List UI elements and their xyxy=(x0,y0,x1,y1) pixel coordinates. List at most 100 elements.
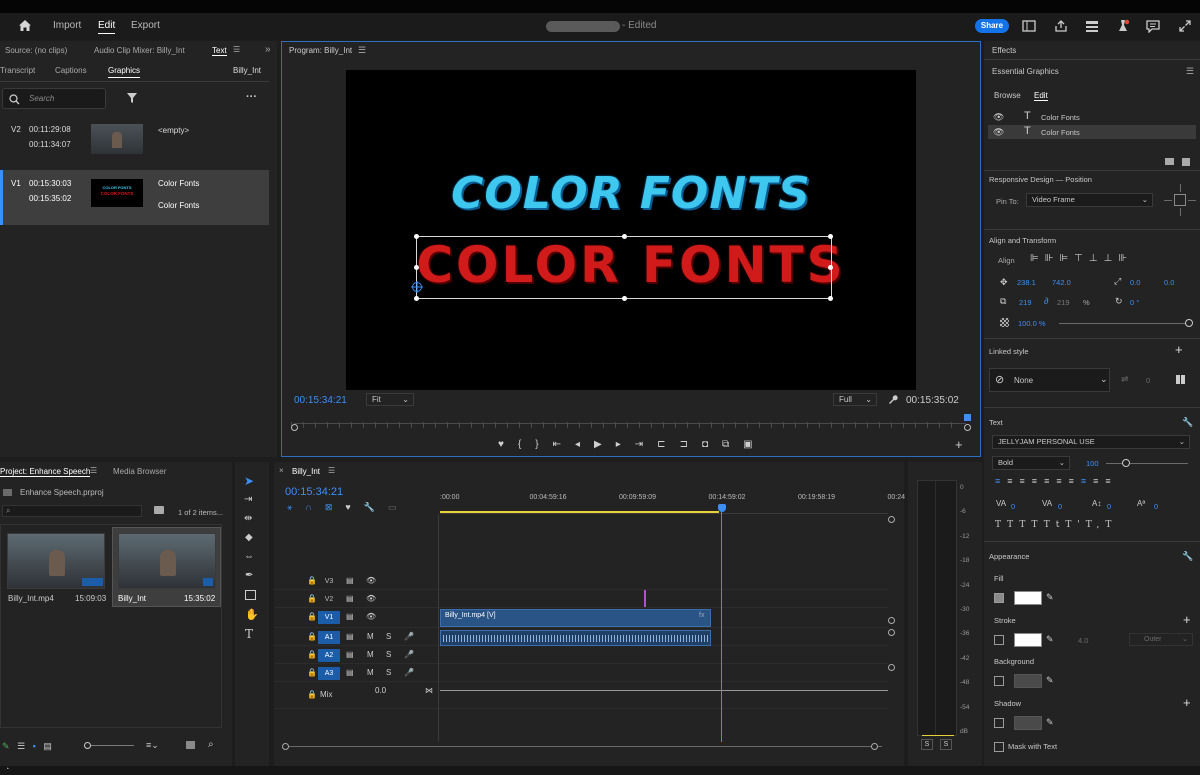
leading-value[interactable]: 0 xyxy=(1107,502,1111,511)
bin-icon[interactable] xyxy=(154,506,164,514)
selection-bounding-box[interactable] xyxy=(411,234,833,301)
track-mix[interactable]: 🔒 Mix 0.0 ⋈ xyxy=(274,683,888,709)
scroll-handle-left[interactable] xyxy=(282,743,289,750)
ripple-edit-tool-icon[interactable]: ⇹ xyxy=(244,513,252,524)
tab-edit[interactable]: Edit xyxy=(1034,91,1048,101)
panel-menu-icon[interactable]: ☰ xyxy=(1186,66,1194,77)
project-search-input[interactable]: ⌕ xyxy=(2,505,142,517)
eye-icon[interactable]: 👁 xyxy=(366,576,376,585)
nav-import[interactable]: Import xyxy=(53,20,81,31)
subtab-captions[interactable]: Captions xyxy=(55,66,87,75)
eyedropper-icon[interactable]: ✎ xyxy=(1046,634,1054,645)
slip-tool-icon[interactable]: ⇔ xyxy=(244,551,254,562)
eye-icon[interactable]: 👁 xyxy=(993,127,1004,138)
background-color-swatch[interactable] xyxy=(1014,674,1042,688)
play-icon[interactable]: ▶ xyxy=(594,439,616,450)
tab-effects[interactable]: Effects xyxy=(992,46,1016,55)
position-x[interactable]: 238.1 xyxy=(1017,278,1036,287)
search-icon[interactable]: ⌕ xyxy=(208,739,214,750)
track-name[interactable]: A3 xyxy=(318,667,340,680)
solo-button[interactable]: S xyxy=(386,632,391,641)
align-left-text-icon[interactable]: ≡ xyxy=(995,476,1007,486)
justify-all-icon[interactable]: ≡ xyxy=(1069,476,1081,486)
align-center-v-icon[interactable]: ⊥ xyxy=(1089,253,1104,264)
track-v2[interactable]: 🔒 V2 ▤ 👁 xyxy=(274,590,888,608)
zoom-slider-thumb[interactable] xyxy=(84,742,91,749)
linked-selection-icon[interactable]: ⊠ xyxy=(325,502,346,512)
mask-checkbox[interactable] xyxy=(994,742,1004,752)
filter-icon[interactable] xyxy=(126,92,138,104)
font-select[interactable]: JELLYJAM PERSONAL USE ⌄ xyxy=(992,435,1190,449)
list-item-selected[interactable]: V1 00:15:30:03 00:15:35:02 COLOR FONTS C… xyxy=(0,170,269,225)
solo-button[interactable]: S xyxy=(386,668,391,677)
add-shadow-icon[interactable]: + xyxy=(1183,695,1191,710)
eyedropper-icon[interactable]: ✎ xyxy=(1046,675,1054,686)
pin-center[interactable] xyxy=(1174,194,1186,206)
marker-icon[interactable]: ♥ xyxy=(498,439,518,450)
workspace-icon[interactable] xyxy=(1022,19,1036,33)
font-size-slider-thumb[interactable] xyxy=(1122,459,1130,467)
in-handle[interactable] xyxy=(291,424,298,431)
fill-checkbox[interactable] xyxy=(994,593,1004,603)
superscript-icon[interactable]: T' xyxy=(1065,520,1085,530)
sync-lock-icon[interactable]: ▤ xyxy=(346,668,354,677)
tab-text[interactable]: Text xyxy=(212,46,227,56)
wrench-icon[interactable]: 🔧 xyxy=(1182,417,1193,428)
lock-icon[interactable]: 🔒 xyxy=(307,612,317,621)
insert-icon[interactable]: ⊏ xyxy=(657,439,679,450)
align-top-text-icon[interactable]: ≡ xyxy=(1081,476,1093,486)
nav-export[interactable]: Export xyxy=(131,20,160,31)
zoom-select[interactable]: Fit ⌄ xyxy=(366,393,414,406)
icon-view-icon[interactable]: ▪ xyxy=(33,741,36,751)
rotation-value[interactable]: 0 ° xyxy=(1130,298,1139,307)
scale-height[interactable]: 219 xyxy=(1057,298,1070,307)
lock-icon[interactable]: 🔒 xyxy=(307,690,317,699)
fullscreen-icon[interactable] xyxy=(1178,19,1192,33)
fill-color-swatch[interactable] xyxy=(1014,591,1042,605)
share-button[interactable]: Share xyxy=(975,19,1009,33)
resize-handle[interactable] xyxy=(828,234,833,239)
sync-lock-icon[interactable]: ▤ xyxy=(346,650,354,659)
track-v3[interactable]: 🔒 V3 ▤ 👁 xyxy=(274,573,888,590)
panel-menu-icon[interactable]: ☰ xyxy=(233,45,240,54)
nest-icon[interactable]: ⚹ xyxy=(287,502,305,512)
expand-panels-icon[interactable]: » xyxy=(265,44,271,55)
pen-tool-icon[interactable]: ✒ xyxy=(245,570,253,581)
track-name[interactable]: V2 xyxy=(318,593,340,606)
background-checkbox[interactable] xyxy=(994,676,1004,686)
add-style-icon[interactable]: + xyxy=(1175,342,1183,357)
mute-button[interactable]: M xyxy=(367,668,374,677)
mark-in-icon[interactable]: { xyxy=(518,439,535,450)
anchor-y[interactable]: 0.0 xyxy=(1164,278,1174,287)
align-middle-text-icon[interactable]: ≡ xyxy=(1093,476,1105,486)
timeline-timecode[interactable]: 00:15:34:21 xyxy=(285,486,343,498)
step-back-icon[interactable]: ◂ xyxy=(575,439,594,450)
resize-handle[interactable] xyxy=(414,234,419,239)
sync-lock-icon[interactable]: ▤ xyxy=(346,612,354,621)
resize-handle[interactable] xyxy=(828,265,833,270)
faux-bold-icon[interactable]: T xyxy=(995,520,1007,530)
eyedropper-icon[interactable]: ✎ xyxy=(1046,717,1054,728)
stroke-width-value[interactable]: 4.0 xyxy=(1078,636,1088,645)
playhead[interactable] xyxy=(964,414,971,421)
comments-icon[interactable] xyxy=(1146,19,1160,33)
panel-menu-icon[interactable]: ☰ xyxy=(358,45,366,56)
step-forward-icon[interactable]: ▸ xyxy=(616,439,635,450)
shadow-color-swatch[interactable] xyxy=(1014,716,1042,730)
add-button-icon[interactable]: + xyxy=(955,437,963,452)
pin-left[interactable] xyxy=(1164,200,1172,201)
layer-item[interactable]: 👁 T Color Fonts xyxy=(988,110,1196,124)
scale-width[interactable]: 219 xyxy=(1019,298,1032,307)
track-name[interactable]: V3 xyxy=(318,575,340,588)
solo-button[interactable]: S xyxy=(386,650,391,659)
anchor-x[interactable]: 0.0 xyxy=(1130,278,1140,287)
opacity-slider-thumb[interactable] xyxy=(1185,319,1193,327)
current-timecode[interactable]: 00:15:34:21 xyxy=(294,395,347,406)
shadow-checkbox[interactable] xyxy=(994,718,1004,728)
opacity-value[interactable]: 100.0 % xyxy=(1018,319,1046,328)
zoom-slider[interactable] xyxy=(86,745,134,746)
eye-icon[interactable]: 👁 xyxy=(366,594,376,603)
mute-button[interactable]: M xyxy=(367,632,374,641)
video-clip[interactable]: Billy_Int.mp4 [V] fx xyxy=(440,609,711,627)
add-marker-icon[interactable]: ♥ xyxy=(345,502,363,512)
